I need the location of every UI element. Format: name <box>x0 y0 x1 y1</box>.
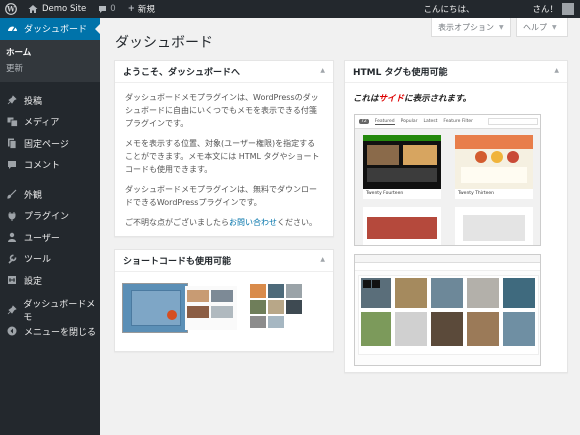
collapse-icon <box>5 325 19 337</box>
theme-name: Twenty Fourteen <box>363 189 441 199</box>
svg-text:W: W <box>6 5 15 14</box>
submenu-item-home[interactable]: ホーム <box>0 44 100 60</box>
caret-down-icon: ▼ <box>552 23 557 31</box>
brush-icon <box>5 188 19 200</box>
greeting: こんにちは、 <box>423 5 475 15</box>
widget-toggle-icon[interactable]: ▲ <box>320 256 325 263</box>
help-button[interactable]: ヘルプ ▼ <box>516 18 568 37</box>
welcome-paragraph: ご不明な点がございましたらお問い合わせください。 <box>125 218 317 227</box>
tab-feature-filter: Feature Filter <box>443 119 473 124</box>
menu-label: コメント <box>24 161 61 172</box>
admin-menu: ダッシュボード ホーム 更新 投稿 メディア 固定ページ コメント 外観 プラグ… <box>0 18 100 435</box>
comment-icon <box>5 159 19 171</box>
plugin-icon <box>5 210 19 222</box>
menu-label: 設定 <box>24 276 43 287</box>
themes-screenshot[interactable]: 72 Featured Popular Latest Feature Filte… <box>354 114 541 246</box>
widget-toggle-icon[interactable]: ▲ <box>320 67 325 74</box>
screen-options-button[interactable]: 表示オプション ▼ <box>431 18 511 37</box>
avatar <box>562 3 574 15</box>
menu-item-comments[interactable]: コメント <box>0 154 100 176</box>
menu-label: 外観 <box>24 190 43 201</box>
wordpress-logo-icon[interactable]: W <box>0 0 22 18</box>
admin-bar: W Demo Site 0 + 新規 こんにちは、 さん！ <box>0 0 580 18</box>
media-icon <box>5 116 19 128</box>
gallery-thumbnail[interactable] <box>122 283 188 333</box>
submenu-item-updates[interactable]: 更新 <box>0 60 100 76</box>
widget-handle[interactable]: ようこそ、ダッシュボードへ ▲ <box>115 61 333 83</box>
user-name: さん！ <box>532 5 558 15</box>
pages-icon <box>5 137 19 149</box>
plus-icon: + <box>127 4 135 14</box>
menu-label: メニューを閉じる <box>24 327 97 338</box>
side-display-line: これはサイドに表示されます。 <box>353 94 472 104</box>
welcome-paragraph: ダッシュボードメモプラグインは、無料でダウンロードできるWordPressプラグ… <box>125 185 317 207</box>
dashboard-submenu: ホーム 更新 <box>0 39 100 82</box>
comments-link[interactable]: 0 <box>92 0 121 18</box>
widget-title: ショートコードも使用可能 <box>123 257 232 267</box>
gallery-thumbnail[interactable] <box>249 282 303 330</box>
home-icon <box>28 5 38 13</box>
collapse-menu-button[interactable]: メニューを閉じる <box>0 321 100 343</box>
menu-item-pages[interactable]: 固定ページ <box>0 133 100 155</box>
pin-icon <box>5 304 18 316</box>
screen-options-label: 表示オプション <box>438 22 494 32</box>
theme-count-badge: 72 <box>359 119 369 124</box>
comment-icon <box>99 5 107 13</box>
welcome-paragraph: ダッシュボードメモプラグインは、WordPressのダッシュボードに自由にいくつ… <box>125 93 319 128</box>
menu-label: ダッシュボード <box>24 25 88 36</box>
welcome-paragraph: メモを表示する位置、対象(ユーザー権限)を指定することができます。メモ本文には … <box>125 139 320 174</box>
menu-label: ユーザー <box>24 233 60 244</box>
dashboard-icon <box>5 23 19 35</box>
menu-item-appearance[interactable]: 外観 <box>0 184 100 206</box>
wrench-icon <box>5 253 19 265</box>
widget-handle[interactable]: HTML タグも使用可能 ▲ <box>345 61 567 83</box>
menu-item-dashboard[interactable]: ダッシュボード <box>0 18 100 40</box>
menu-item-settings[interactable]: 設定 <box>0 270 100 292</box>
menu-label: メディア <box>24 118 60 129</box>
shortcode-widget: ショートコードも使用可能 ▲ <box>114 249 334 352</box>
caret-down-icon: ▼ <box>499 23 504 31</box>
welcome-widget: ようこそ、ダッシュボードへ ▲ ダッシュボードメモプラグインは、WordPres… <box>114 60 334 237</box>
user-icon <box>5 231 19 243</box>
menu-label: ツール <box>24 255 52 266</box>
page-title: ダッシュボード <box>115 35 213 51</box>
menu-label: 固定ページ <box>24 139 69 150</box>
media-screenshot[interactable] <box>354 254 541 366</box>
settings-icon <box>5 274 19 286</box>
widget-handle[interactable]: ショートコードも使用可能 ▲ <box>115 250 333 272</box>
new-label: 新規 <box>137 5 155 15</box>
gallery-thumbnail[interactable] <box>185 286 237 330</box>
tab-latest: Latest <box>423 119 438 124</box>
menu-item-dashboard-memo[interactable]: ダッシュボードメモ <box>0 299 100 323</box>
widget-title: ようこそ、ダッシュボードへ <box>123 68 241 78</box>
new-content-link[interactable]: + 新規 <box>122 0 161 18</box>
help-label: ヘルプ <box>523 22 547 32</box>
menu-item-tools[interactable]: ツール <box>0 248 100 270</box>
menu-label: プラグイン <box>24 212 70 223</box>
menu-item-users[interactable]: ユーザー <box>0 227 100 249</box>
my-account-link[interactable]: こんにちは、 さん！ <box>417 0 580 18</box>
contact-link[interactable]: お問い合わせ <box>229 218 277 227</box>
theme-name: Twenty Thirteen <box>455 189 533 199</box>
pin-icon <box>5 94 19 106</box>
tab-featured: Featured <box>374 118 395 125</box>
menu-item-posts[interactable]: 投稿 <box>0 90 100 112</box>
red-highlight: サイド <box>378 94 405 104</box>
site-name: Demo Site <box>42 4 87 14</box>
html-widget: HTML タグも使用可能 ▲ これはサイドに表示されます。 72 Feature… <box>344 60 568 373</box>
widget-toggle-icon[interactable]: ▲ <box>554 67 559 74</box>
tab-popular: Popular <box>400 119 418 124</box>
widget-title: HTML タグも使用可能 <box>353 68 448 78</box>
menu-item-plugins[interactable]: プラグイン <box>0 205 100 227</box>
site-name-link[interactable]: Demo Site <box>22 0 92 18</box>
menu-label: 投稿 <box>24 96 43 107</box>
menu-label: ダッシュボードメモ <box>23 299 96 323</box>
comments-count: 0 <box>110 4 116 14</box>
menu-item-media[interactable]: メディア <box>0 111 100 133</box>
